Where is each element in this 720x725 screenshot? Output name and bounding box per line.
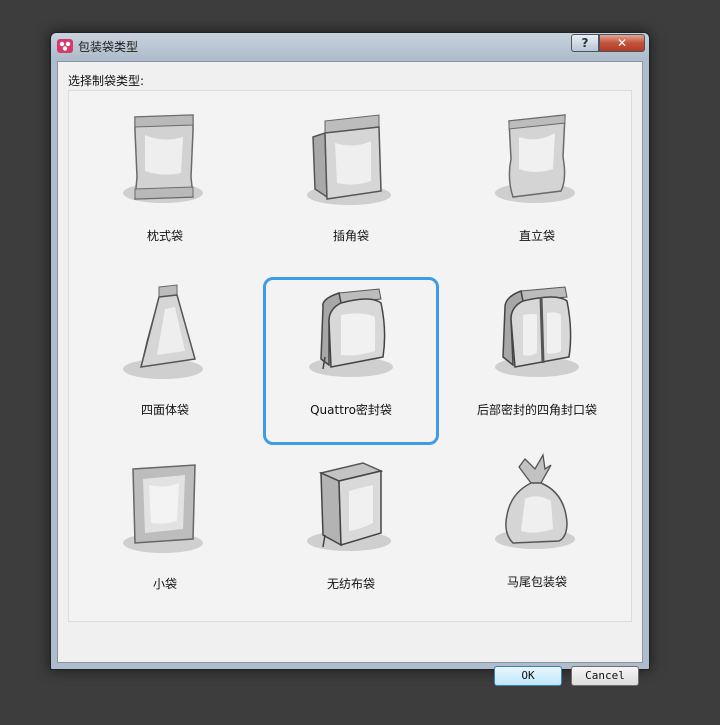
ponytail-bag-icon — [495, 453, 575, 549]
bag-option-ponytail[interactable]: 马尾包装袋 — [449, 449, 625, 617]
app-icon — [57, 39, 73, 53]
bag-option-label: 无纺布袋 — [326, 577, 375, 591]
dialog-body: 选择制袋类型: 枕式袋 插角袋 直立袋 四面体袋 Quattro密封袋 后部密封… — [57, 61, 643, 686]
prompt-label: 选择制袋类型: — [68, 74, 145, 88]
bag-option-standup[interactable]: 直立袋 — [449, 103, 625, 271]
tetrahedron-bag-icon — [123, 284, 203, 379]
pillow-bag-icon — [123, 114, 203, 203]
title-bar[interactable]: 包装袋类型 ? ✕ — [51, 33, 649, 59]
bag-option-sachet[interactable]: 小袋 — [77, 451, 253, 619]
bag-option-label: 枕式袋 — [146, 229, 183, 243]
gusset-bag-icon — [307, 114, 391, 205]
quattro-bag-icon — [309, 288, 393, 377]
bag-option-label: 小袋 — [152, 577, 177, 591]
sachet-icon — [123, 464, 203, 553]
close-button[interactable]: ✕ — [599, 34, 645, 52]
nonwoven-bag-icon — [307, 462, 391, 551]
bag-type-grid: 枕式袋 插角袋 直立袋 四面体袋 Quattro密封袋 后部密封的四角封口袋 小… — [68, 90, 632, 622]
bag-option-quattro[interactable]: Quattro密封袋 — [263, 277, 439, 445]
window-title: 包装袋类型 — [78, 40, 139, 54]
bag-type-dialog: 包装袋类型 ? ✕ 选择制袋类型: 枕式袋 插角袋 直立袋 四面体袋 Quatt… — [50, 32, 650, 686]
bag-option-label: 直立袋 — [518, 229, 555, 243]
back-seal-quattro-bag-icon — [495, 286, 579, 377]
bag-option-label: 后部密封的四角封口袋 — [476, 403, 597, 417]
ok-button[interactable]: OK — [494, 666, 562, 686]
help-button[interactable]: ? — [571, 34, 599, 52]
bag-option-pillow[interactable]: 枕式袋 — [77, 103, 253, 271]
bag-option-tetrahedron[interactable]: 四面体袋 — [77, 277, 253, 445]
bag-option-label: 马尾包装袋 — [506, 575, 567, 589]
bag-option-label: Quattro密封袋 — [310, 403, 392, 417]
standup-bag-icon — [495, 114, 575, 203]
bag-option-gusset[interactable]: 插角袋 — [263, 103, 439, 271]
bag-option-nonwoven[interactable]: 无纺布袋 — [263, 451, 439, 619]
bag-option-label: 插角袋 — [332, 229, 369, 243]
bag-option-label: 四面体袋 — [140, 403, 189, 417]
bag-option-back-seal-quattro[interactable]: 后部密封的四角封口袋 — [449, 277, 625, 445]
cancel-button[interactable]: Cancel — [571, 666, 639, 686]
